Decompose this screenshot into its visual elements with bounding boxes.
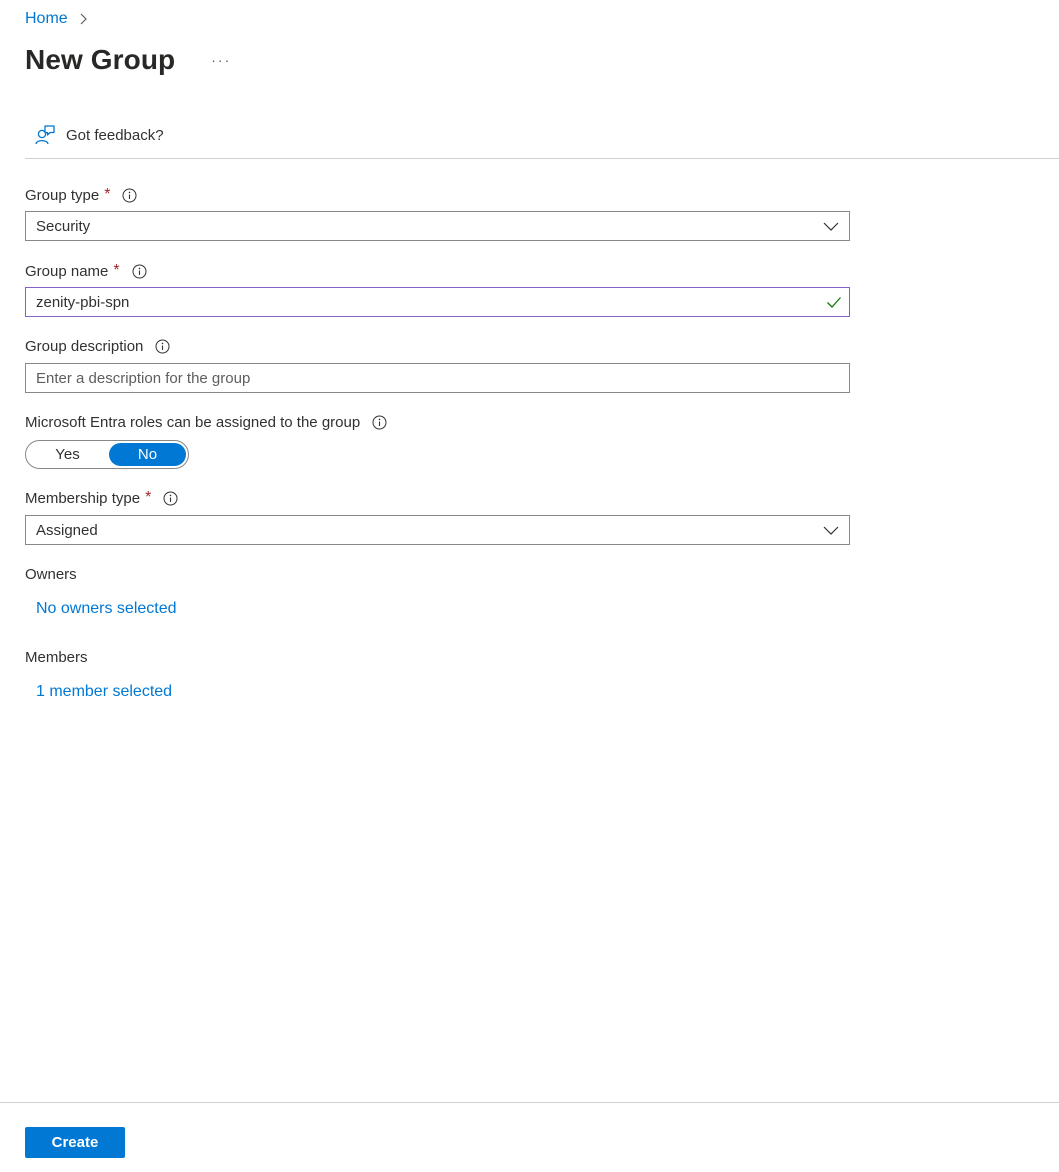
required-indicator: * <box>104 186 111 203</box>
group-name-input[interactable]: zenity-pbi-spn <box>25 287 850 317</box>
footer-divider <box>0 1102 1059 1103</box>
chevron-right-icon <box>80 13 87 25</box>
info-icon[interactable] <box>155 339 170 354</box>
group-name-label: Group name <box>25 262 109 280</box>
breadcrumb: Home <box>25 10 90 28</box>
members-label-row: Members <box>25 649 88 666</box>
group-description-placeholder: Enter a description for the group <box>36 369 251 387</box>
entra-roles-toggle[interactable]: Yes No <box>25 440 189 469</box>
info-icon[interactable] <box>132 264 147 279</box>
group-description-label: Group description <box>25 338 144 355</box>
feedback-button[interactable]: Got feedback? <box>34 124 164 146</box>
group-name-value: zenity-pbi-spn <box>36 293 130 311</box>
more-options-button[interactable]: ··· <box>207 51 235 69</box>
members-label: Members <box>25 649 88 666</box>
feedback-label: Got feedback? <box>66 126 164 144</box>
owners-label-row: Owners <box>25 566 77 583</box>
membership-type-label-row: Membership type * <box>25 489 178 507</box>
chevron-down-icon <box>823 222 839 231</box>
group-description-input[interactable]: Enter a description for the group <box>25 363 850 393</box>
group-name-label-row: Group name * <box>25 262 147 280</box>
group-type-dropdown[interactable]: Security <box>25 211 850 241</box>
checkmark-icon <box>827 297 841 308</box>
entra-roles-label-row: Microsoft Entra roles can be assigned to… <box>25 414 387 431</box>
entra-roles-label: Microsoft Entra roles can be assigned to… <box>25 414 361 431</box>
chevron-down-icon <box>823 526 839 535</box>
required-indicator: * <box>113 262 120 279</box>
new-group-page: Home New Group ··· Got feedback? Group t… <box>0 0 1059 1172</box>
title-row: New Group ··· <box>25 44 235 76</box>
command-bar: Got feedback? <box>25 122 1059 159</box>
required-indicator: * <box>145 489 152 506</box>
group-description-label-row: Group description <box>25 338 170 355</box>
group-type-label: Group type <box>25 186 100 204</box>
membership-type-dropdown[interactable]: Assigned <box>25 515 850 545</box>
create-button[interactable]: Create <box>25 1127 125 1158</box>
info-icon[interactable] <box>122 188 137 203</box>
membership-type-label: Membership type <box>25 489 141 507</box>
info-icon[interactable] <box>163 491 178 506</box>
page-title: New Group <box>25 44 176 75</box>
toggle-option-no[interactable]: No <box>109 443 186 466</box>
owners-link[interactable]: No owners selected <box>36 600 177 618</box>
group-type-value: Security <box>36 217 91 235</box>
group-type-label-row: Group type * <box>25 186 137 204</box>
breadcrumb-home-link[interactable]: Home <box>25 10 68 28</box>
info-icon[interactable] <box>372 415 387 430</box>
toggle-option-yes[interactable]: Yes <box>29 443 106 466</box>
feedback-icon <box>35 125 55 145</box>
membership-type-value: Assigned <box>36 521 98 539</box>
owners-label: Owners <box>25 566 77 583</box>
members-link[interactable]: 1 member selected <box>36 683 172 701</box>
